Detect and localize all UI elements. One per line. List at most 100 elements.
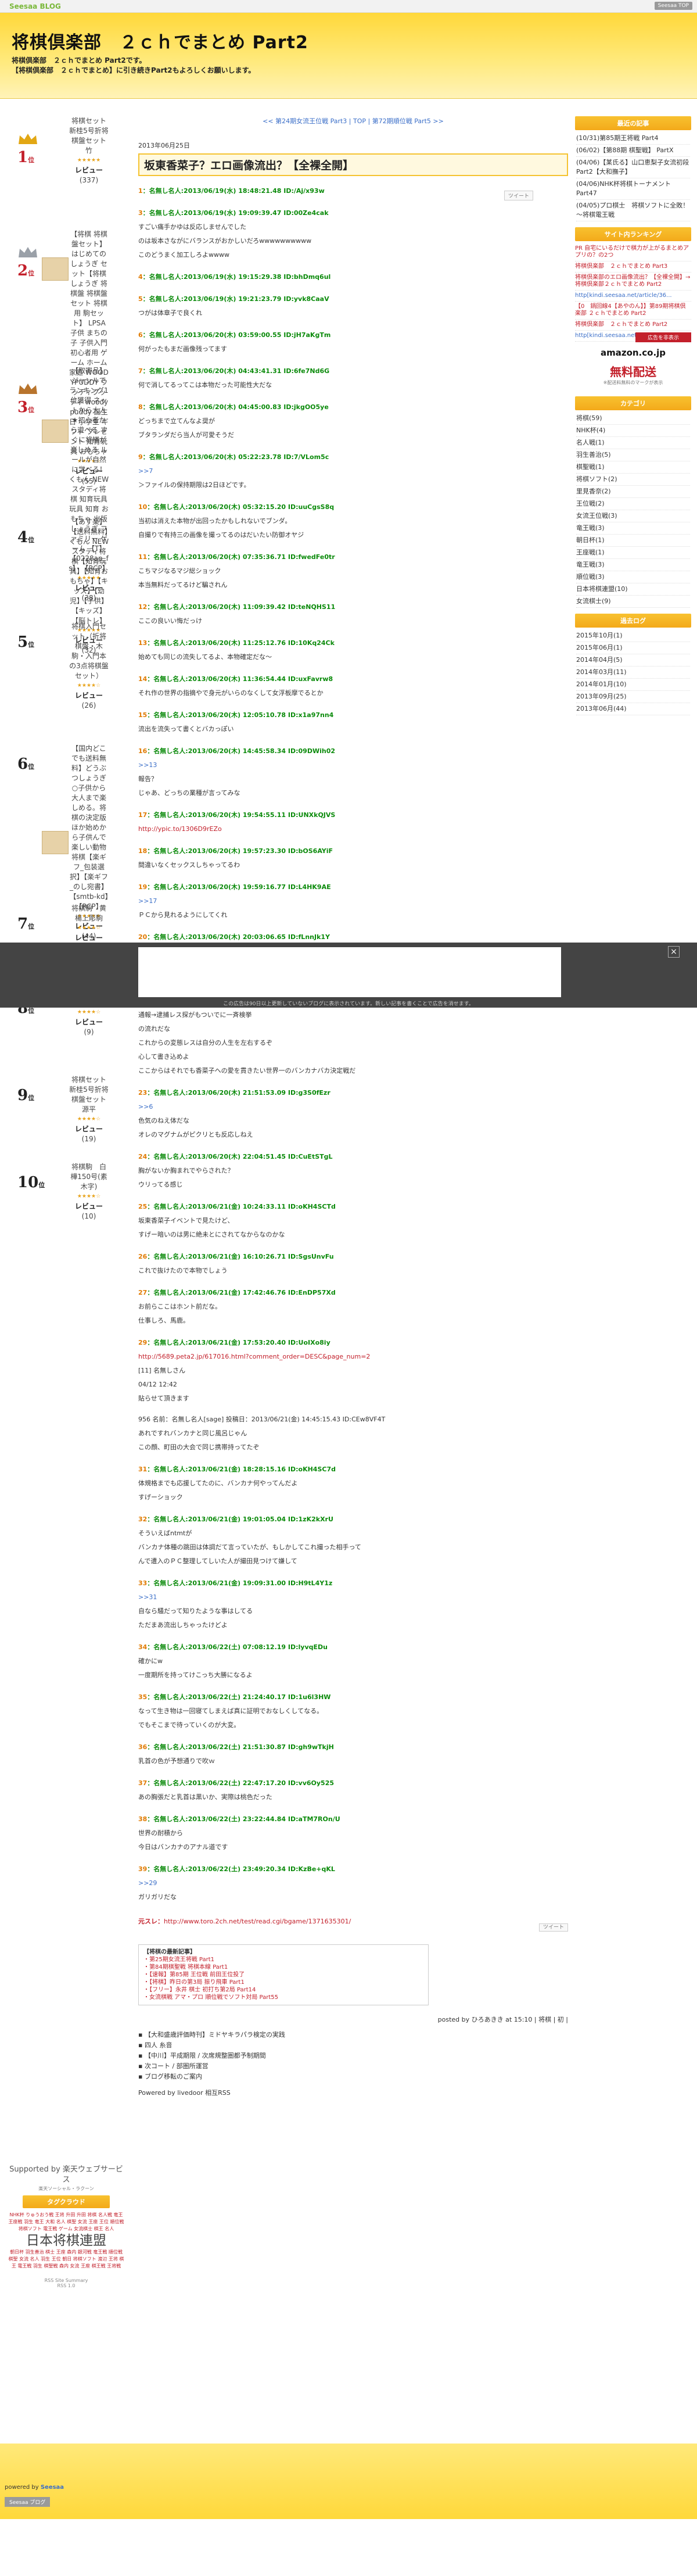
post-number[interactable]: 13 xyxy=(138,639,147,647)
post-number[interactable]: 36 xyxy=(138,1743,147,1751)
overlay-ad-box[interactable] xyxy=(138,947,561,997)
review-label[interactable]: レビュー xyxy=(69,1017,109,1027)
site-ranking-item[interactable]: 【0 鍋回線4【あやのん】】第89期将棋倶楽部 ２ｃｈでまとめ Part2 xyxy=(575,302,691,320)
post-number[interactable]: 9 xyxy=(138,453,143,461)
category-link[interactable]: 将棋ソフト(2) xyxy=(576,474,690,486)
post-number[interactable]: 33 xyxy=(138,1579,147,1587)
post-number[interactable]: 17 xyxy=(138,811,147,819)
post-number[interactable]: 29 xyxy=(138,1339,147,1346)
site-ranking-item[interactable]: 将棋倶楽部 ２ｃｈでまとめ Part3 xyxy=(575,261,691,273)
post-number[interactable]: 14 xyxy=(138,675,147,683)
post-number[interactable]: 24 xyxy=(138,1153,147,1160)
post-number[interactable]: 31 xyxy=(138,1466,147,1473)
post-number[interactable]: 34 xyxy=(138,1643,147,1651)
category-latest-item[interactable]: ・【将棋】昨日の第3局 振り飛車 Part1 xyxy=(143,1979,423,1986)
category-link[interactable]: NHK杯(4) xyxy=(576,425,690,437)
archive-link[interactable]: 2015年06月(1) xyxy=(576,642,690,654)
post-link[interactable]: http://ypic.to/1306D9rEZo xyxy=(138,822,568,836)
post-number[interactable]: 39 xyxy=(138,1865,147,1873)
rank-product-name[interactable]: 将棋セット 新桂5号折将棋盤セット 竹 xyxy=(69,116,113,156)
post-number[interactable]: 20 xyxy=(138,933,147,941)
post-number[interactable]: 15 xyxy=(138,711,147,719)
review-label[interactable]: レビュー xyxy=(69,1124,109,1134)
archive-link[interactable]: 2014年03月(11) xyxy=(576,667,690,679)
category-link[interactable]: 将棋(59) xyxy=(576,413,690,425)
related-item[interactable]: ▪ 【中川】平成期限 / 次席規整圏都予制期間 xyxy=(138,2051,568,2061)
recent-article-link[interactable]: (04/05)プロ棋士 将棋ソフトに全敗！～将棋電王戦 xyxy=(576,200,690,221)
category-link[interactable]: 竜王戦(3) xyxy=(576,559,690,571)
archive-link[interactable]: 2013年06月(44) xyxy=(576,703,690,715)
article-pager[interactable]: << 第24期女流王位戦 Part3 | TOP | 第72期順位戦 Part5… xyxy=(138,116,568,126)
rank-product[interactable]: 将棋セット 新桂5号折将棋盤セット 源平 ★★★★☆ レビュー (19) xyxy=(69,1075,113,1144)
post-number[interactable]: 23 xyxy=(138,1089,147,1097)
rank-product-name[interactable]: 将棋駒 黄楊上彫駒 xyxy=(69,904,109,923)
tag-cloud-big[interactable]: 日本将棋連盟 xyxy=(26,2233,106,2248)
related-item[interactable]: ▪ 次コート / 部圏所運営 xyxy=(138,2061,568,2072)
category-link[interactable]: 王座戦(1) xyxy=(576,547,690,559)
post-number[interactable]: 18 xyxy=(138,847,147,855)
recent-article-link[interactable]: (04/06)【某氏る】山口恵梨子女流初段Part2【大和撫子】 xyxy=(576,157,690,178)
product-thumbnail[interactable] xyxy=(42,257,69,281)
site-ranking-item[interactable]: http[kindi.seesaa.net/article/36... xyxy=(575,291,691,302)
seesaa-footer-logo[interactable]: Seesaa xyxy=(41,2484,64,2491)
blog-title[interactable]: 将棋倶楽部 ２ｃｈでまとめ Part2 xyxy=(12,28,697,53)
review-label[interactable]: レビュー xyxy=(69,933,109,943)
post-link[interactable]: http://5689.peta2.jp/617016.html?comment… xyxy=(138,1350,568,1364)
category-link[interactable]: 女流王位戦(3) xyxy=(576,510,690,522)
post-anchor[interactable]: >>17 xyxy=(138,894,568,908)
amazon-ad[interactable]: amazon.co.jp 無料配送 ※配送料無料のマークが表示 xyxy=(598,347,668,386)
post-number[interactable]: 8 xyxy=(138,403,143,411)
category-link[interactable]: 日本将棋連盟(10) xyxy=(576,583,690,596)
post-anchor[interactable]: >>31 xyxy=(138,1590,568,1604)
tweet-button[interactable]: ツイート xyxy=(504,191,533,200)
rank-product-name[interactable]: 【国内どこでも送料無料】どうぶつしょうぎ ○子供から大人まで楽しめる。将棋の決定… xyxy=(69,744,109,912)
recent-article-link[interactable]: (10/31)第85期王将戦 Part4 xyxy=(576,132,690,145)
post-number[interactable]: 10 xyxy=(138,503,147,511)
post-anchor[interactable]: >>13 xyxy=(138,758,568,772)
category-link[interactable]: 名人戦(1) xyxy=(576,437,690,449)
post-number[interactable]: 27 xyxy=(138,1289,147,1296)
site-ranking-item[interactable]: 将棋倶楽部 ２ｃｈでまとめ Part2 xyxy=(575,320,691,331)
post-anchor[interactable]: >>7 xyxy=(138,464,568,478)
post-number[interactable]: 1 xyxy=(138,187,143,195)
category-link[interactable]: 女流棋士(9) xyxy=(576,596,690,608)
tweet-button-bottom[interactable]: ツイート xyxy=(538,1923,568,1932)
category-latest-item[interactable]: ・【速報】第85期 王位戦 前田王位投了 xyxy=(143,1971,423,1979)
supported-by[interactable]: Supported by 楽天ウェブサービス xyxy=(8,2165,124,2186)
post-number[interactable]: 16 xyxy=(138,747,147,755)
rank-product-name[interactable]: 将棋セット 新桂5号折将棋盤セット 源平 xyxy=(69,1075,113,1115)
category-latest-item[interactable]: ・第84期棋聖戦 将棋本線 Part1 xyxy=(143,1964,423,1971)
post-number[interactable]: 37 xyxy=(138,1779,147,1787)
post-number[interactable]: 32 xyxy=(138,1515,147,1523)
source-link[interactable]: http://www.toro.2ch.net/test/read.cgi/bg… xyxy=(164,1918,351,1925)
product-thumbnail[interactable] xyxy=(42,831,69,854)
article-title[interactable]: 坂東香菜子？エロ画像流出？【全裸全開】 xyxy=(138,153,568,176)
recent-article-link[interactable]: (06/02)【第88期 棋聖戦】 PartX xyxy=(576,145,690,157)
tag-cloud-small-2[interactable]: 朝日杯 羽生善治 棋士 王座 森内 銀河戦 竜王戦 順位戦 棋聖 女流 名人 羽… xyxy=(8,2249,124,2270)
powered-by-livedoor[interactable]: Powered by livedoor 相互RSS xyxy=(138,2088,568,2098)
hide-ad-badge[interactable]: 広告を非表示 xyxy=(635,332,691,342)
post-number[interactable]: 19 xyxy=(138,883,147,891)
review-label[interactable]: レビュー xyxy=(69,1202,109,1212)
close-icon[interactable]: × xyxy=(668,946,680,958)
rank-product-name[interactable]: 将棋入門セット（折将棋盤・木駒・入門本の3点将棋盤セット） xyxy=(69,622,109,681)
rank-product[interactable]: 将棋セット 新桂5号折将棋盤セット 竹 ★★★★★ レビュー (337) xyxy=(69,116,113,185)
post-number[interactable]: 3 xyxy=(138,209,143,217)
category-link[interactable]: 竜王戦(3) xyxy=(576,522,690,535)
rank-product[interactable]: 将棋入門セット（折将棋盤・木駒・入門本の3点将棋盤セット） ★★★★☆ レビュー (2… xyxy=(69,622,109,711)
seesaa-blog-link[interactable]: Seesaa ブログ xyxy=(5,2497,51,2507)
category-latest-item[interactable]: ・【フリー】永井 棋士 初打ち第2局 Part14 xyxy=(143,1986,423,1994)
related-item[interactable]: ▪ 【大和盛歳評価時刊】ミドヤキラパラ検定の実践 xyxy=(138,2030,568,2040)
archive-link[interactable]: 2013年09月(25) xyxy=(576,691,690,703)
post-number[interactable]: 12 xyxy=(138,603,147,611)
post-anchor[interactable]: >>29 xyxy=(138,1876,568,1890)
related-item[interactable]: ▪ 四人 糸音 xyxy=(138,2040,568,2051)
category-link[interactable]: 羽生善治(5) xyxy=(576,449,690,461)
category-latest-item[interactable]: ・第25期女流王将戦 Part1 xyxy=(143,1956,423,1964)
post-anchor[interactable]: >>6 xyxy=(138,1100,568,1114)
product-thumbnail[interactable] xyxy=(42,420,69,443)
post-number[interactable]: 38 xyxy=(138,1815,147,1823)
post-number[interactable]: 11 xyxy=(138,553,147,561)
archive-link[interactable]: 2014年01月(10) xyxy=(576,679,690,691)
review-label[interactable]: レビュー xyxy=(69,691,109,701)
